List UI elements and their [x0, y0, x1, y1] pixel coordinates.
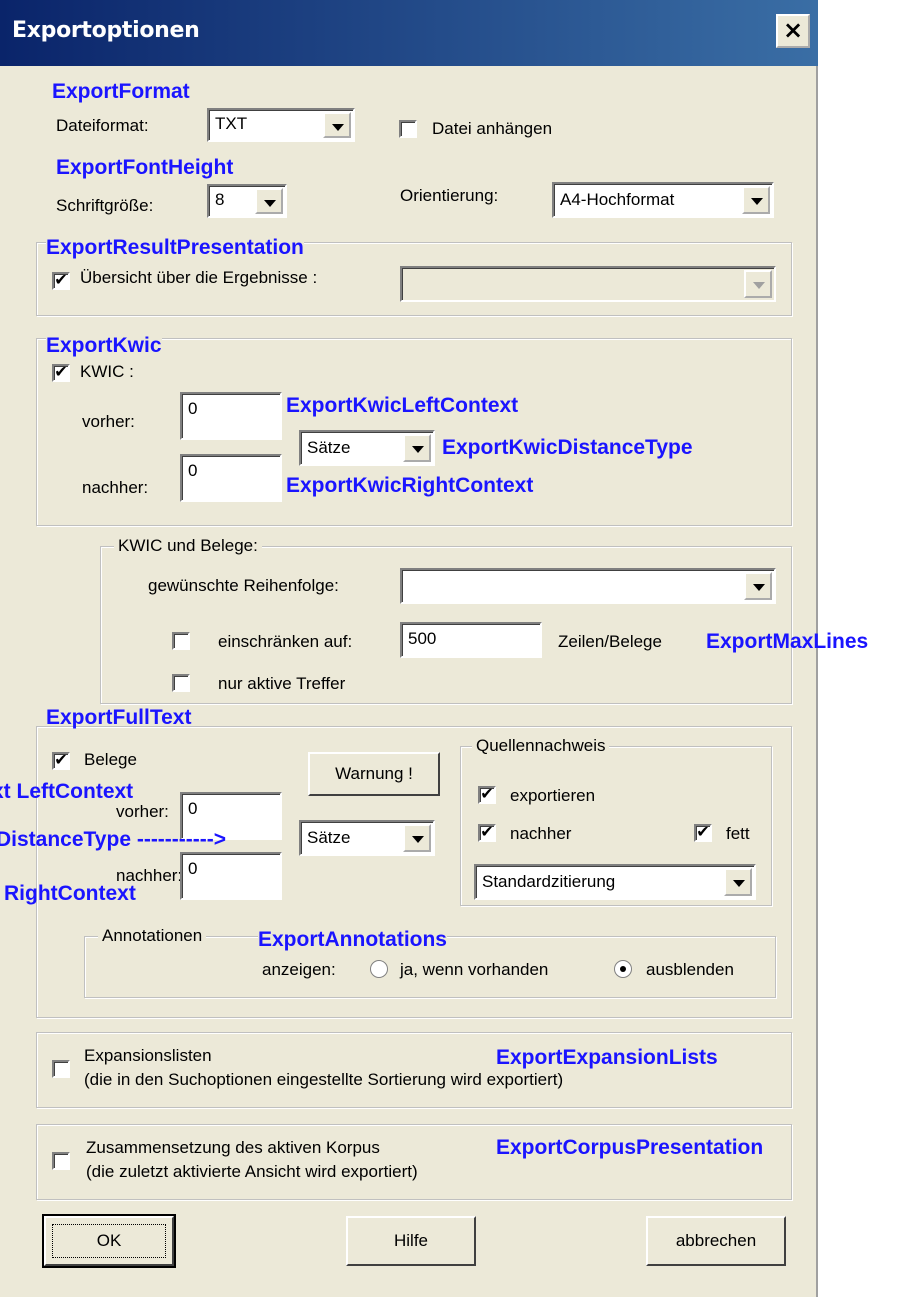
annotations-hide-radio[interactable] [614, 960, 632, 978]
close-icon[interactable]: × [776, 14, 810, 48]
ok-button[interactable]: OK [42, 1214, 176, 1268]
annotations-yes-radio[interactable] [370, 960, 388, 978]
source-reference-title: Quellennachweis [472, 736, 610, 756]
annotations-hide-label: ausblenden [646, 960, 734, 979]
results-overview-label: Übersicht über die Ergebnisse : [80, 268, 318, 287]
annotation-kwic-right-context: ExportKwicRightContext [286, 474, 534, 497]
orientation-select[interactable]: A4-Hochformat [552, 182, 774, 218]
kwic-belege-title: KWIC und Belege: [114, 536, 262, 556]
append-file-checkbox[interactable] [399, 120, 417, 138]
kwic-before-input[interactable]: 0 [180, 392, 282, 440]
kwic-after-input[interactable]: 0 [180, 454, 282, 502]
expansion-lists-label: Expansionslisten [84, 1046, 212, 1065]
expansion-lists-checkbox[interactable] [52, 1060, 70, 1078]
annotation-export-full-text: ExportFullText [46, 706, 192, 729]
active-hits-label: nur aktive Treffer [218, 674, 346, 693]
export-source-checkbox[interactable]: ✔ [478, 786, 496, 804]
annotation-export-kwic: ExportKwic [46, 334, 162, 358]
limit-checkbox[interactable] [172, 632, 190, 650]
results-overview-select[interactable] [400, 266, 776, 302]
cancel-button[interactable]: abbrechen [646, 1216, 786, 1266]
citation-style-select[interactable]: Standardzitierung [474, 864, 756, 900]
append-file-label: Datei anhängen [432, 119, 553, 138]
annotation-export-annotations: ExportAnnotations [258, 928, 447, 952]
kwic-distance-select[interactable]: Sätze [299, 430, 435, 466]
source-after-checkbox[interactable]: ✔ [478, 824, 496, 842]
limit-input[interactable]: 500 [400, 622, 542, 658]
annotation-export-font-height: ExportFontHeight [56, 156, 234, 179]
chevron-down-icon[interactable] [744, 572, 772, 600]
font-size-select[interactable]: 8 [207, 184, 287, 218]
annotation-export-max-lines: ExportMaxLines [706, 630, 869, 653]
font-size-label: Schriftgröße: [56, 196, 154, 215]
chevron-down-icon[interactable] [744, 270, 772, 298]
export-source-label: exportieren [510, 786, 596, 805]
limit-label: einschränken auf: [218, 632, 353, 651]
expansion-lists-note: (die in den Suchoptionen eingestellte So… [84, 1070, 564, 1089]
chevron-down-icon[interactable] [403, 824, 431, 852]
chevron-down-icon[interactable] [323, 112, 351, 138]
help-button[interactable]: Hilfe [346, 1216, 476, 1266]
active-hits-checkbox[interactable] [172, 674, 190, 692]
annotation-kwic-left-context: ExportKwicLeftContext [286, 394, 519, 417]
corpus-checkbox[interactable] [52, 1152, 70, 1170]
kwic-after-label: nachher: [82, 478, 149, 497]
chevron-down-icon[interactable] [255, 188, 283, 214]
annotation-export-result-presentation: ExportResultPresentation [46, 236, 304, 260]
fulltext-distance-select[interactable]: Sätze [299, 820, 435, 856]
orientation-label: Orientierung: [400, 186, 499, 205]
title-bar: Exportoptionen × [0, 0, 818, 66]
chevron-down-icon[interactable] [742, 186, 770, 214]
results-overview-checkbox[interactable]: ✔ [52, 272, 70, 290]
annotations-yes-label: ja, wenn vorhanden [400, 960, 549, 979]
order-select[interactable] [400, 568, 776, 604]
fulltext-before-label: vorher: [116, 802, 169, 821]
annotations-show-label: anzeigen: [262, 960, 336, 979]
annotation-fulltext-right-context: RightContext [4, 882, 136, 905]
annotation-fulltext-distance-type: DistanceType -----------> [0, 828, 227, 851]
file-format-select[interactable]: TXT [207, 108, 355, 142]
kwic-before-label: vorher: [82, 412, 135, 431]
order-label: gewünschte Reihenfolge: [148, 576, 339, 595]
annotation-export-corpus-presentation: ExportCorpusPresentation [496, 1136, 764, 1159]
kwic-checkbox[interactable]: ✔ [52, 364, 70, 382]
file-format-label: Dateiformat: [56, 116, 149, 135]
annotation-kwic-distance-type: ExportKwicDistanceType [442, 436, 693, 459]
annotations-title: Annotationen [98, 926, 207, 946]
chevron-down-icon[interactable] [403, 434, 431, 462]
source-bold-label: fett [726, 824, 750, 843]
kwic-label: KWIC : [80, 362, 134, 381]
annotation-export-expansion-lists: ExportExpansionLists [496, 1046, 718, 1069]
dialog-title: Exportoptionen [12, 18, 200, 43]
limit-unit-label: Zeilen/Belege [558, 632, 662, 651]
corpus-label: Zusammensetzung des aktiven Korpus [86, 1138, 380, 1157]
annotation-fulltext-left-context: xt LeftContext [0, 780, 134, 803]
export-options-dialog: Exportoptionen × ExportFormat Dateiforma… [0, 0, 868, 1297]
belege-checkbox[interactable]: ✔ [52, 752, 70, 770]
corpus-note: (die zuletzt aktivierte Ansicht wird exp… [86, 1162, 418, 1181]
fulltext-after-input[interactable]: 0 [180, 852, 282, 900]
focus-ring [52, 1224, 166, 1258]
warning-button[interactable]: Warnung ! [308, 752, 440, 796]
source-bold-checkbox[interactable]: ✔ [694, 824, 712, 842]
source-after-label: nachher [510, 824, 572, 843]
chevron-down-icon[interactable] [724, 868, 752, 896]
annotation-export-format: ExportFormat [52, 80, 190, 103]
belege-label: Belege [84, 750, 137, 769]
